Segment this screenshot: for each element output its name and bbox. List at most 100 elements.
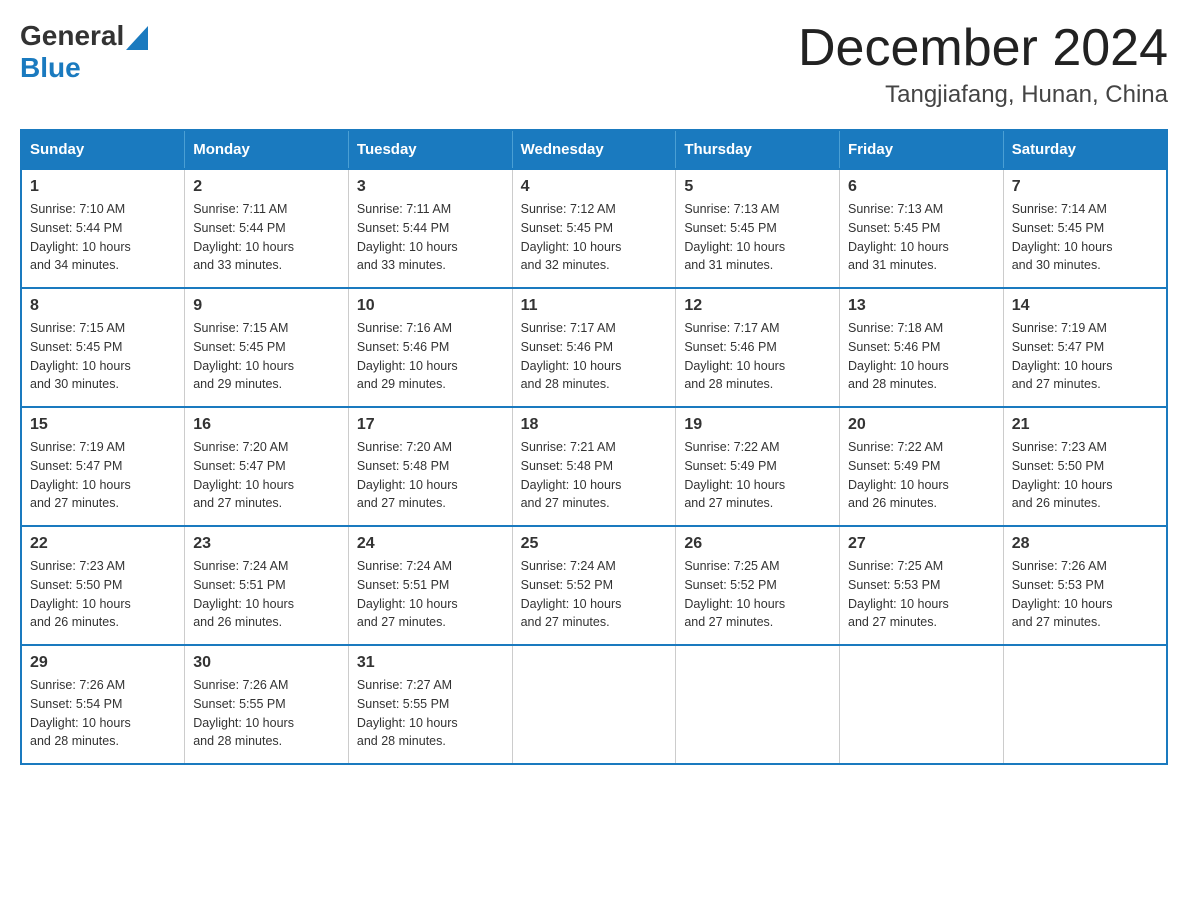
- day-number: 2: [193, 178, 340, 196]
- day-info: Sunrise: 7:26 AMSunset: 5:55 PMDaylight:…: [193, 676, 340, 751]
- day-header-saturday: Saturday: [1003, 130, 1167, 169]
- calendar-cell: 26 Sunrise: 7:25 AMSunset: 5:52 PMDayligh…: [676, 526, 840, 645]
- day-number: 31: [357, 654, 504, 672]
- day-number: 18: [521, 416, 668, 434]
- calendar-cell: 12Sunrise: 7:17 AMSunset: 5:46 PMDayligh…: [676, 288, 840, 407]
- day-number: 15: [30, 416, 176, 434]
- day-info: Sunrise: 7:17 AMSunset: 5:46 PMDaylight:…: [684, 319, 831, 394]
- day-number: 24: [357, 535, 504, 553]
- day-info: Sunrise: 7:23 AMSunset: 5:50 PMDaylight:…: [1012, 438, 1158, 513]
- calendar-cell: 10 Sunrise: 7:16 AMSunset: 5:46 PMDayligh…: [348, 288, 512, 407]
- day-number: 5: [684, 178, 831, 196]
- day-number: 28: [1012, 535, 1158, 553]
- calendar-cell: 27Sunrise: 7:25 AMSunset: 5:53 PMDayligh…: [840, 526, 1004, 645]
- day-info: Sunrise: 7:21 AMSunset: 5:48 PMDaylight:…: [521, 438, 668, 513]
- calendar-cell: 6 Sunrise: 7:13 AMSunset: 5:45 PMDaylight…: [840, 169, 1004, 288]
- calendar-cell: [1003, 645, 1167, 764]
- day-info: Sunrise: 7:25 AMSunset: 5:52 PMDaylight:…: [684, 557, 831, 632]
- day-info: Sunrise: 7:11 AMSunset: 5:44 PMDaylight:…: [193, 200, 340, 275]
- page-header: General Blue December 2024 Tangjiafang, …: [20, 20, 1168, 109]
- calendar-cell: 7 Sunrise: 7:14 AMSunset: 5:45 PMDaylight…: [1003, 169, 1167, 288]
- calendar-week-3: 15 Sunrise: 7:19 AMSunset: 5:47 PMDayligh…: [21, 407, 1167, 526]
- day-number: 8: [30, 297, 176, 315]
- calendar-week-1: 1 Sunrise: 7:10 AMSunset: 5:44 PMDaylight…: [21, 169, 1167, 288]
- day-header-thursday: Thursday: [676, 130, 840, 169]
- calendar-cell: [512, 645, 676, 764]
- calendar-title: December 2024: [798, 20, 1168, 77]
- day-info: Sunrise: 7:10 AMSunset: 5:44 PMDaylight:…: [30, 200, 176, 275]
- day-info: Sunrise: 7:20 AMSunset: 5:47 PMDaylight:…: [193, 438, 340, 513]
- day-info: Sunrise: 7:15 AMSunset: 5:45 PMDaylight:…: [193, 319, 340, 394]
- day-info: Sunrise: 7:13 AMSunset: 5:45 PMDaylight:…: [848, 200, 995, 275]
- calendar-header: SundayMondayTuesdayWednesdayThursdayFrid…: [21, 130, 1167, 169]
- calendar-week-5: 29 Sunrise: 7:26 AMSunset: 5:54 PMDayligh…: [21, 645, 1167, 764]
- day-info: Sunrise: 7:13 AMSunset: 5:45 PMDaylight:…: [684, 200, 831, 275]
- day-number: 30: [193, 654, 340, 672]
- title-block: December 2024 Tangjiafang, Hunan, China: [798, 20, 1168, 109]
- calendar-cell: 24 Sunrise: 7:24 AMSunset: 5:51 PMDayligh…: [348, 526, 512, 645]
- logo: General Blue: [20, 20, 148, 84]
- day-number: 21: [1012, 416, 1158, 434]
- day-header-friday: Friday: [840, 130, 1004, 169]
- calendar-cell: 1 Sunrise: 7:10 AMSunset: 5:44 PMDaylight…: [21, 169, 185, 288]
- calendar-cell: 18 Sunrise: 7:21 AMSunset: 5:48 PMDayligh…: [512, 407, 676, 526]
- calendar-cell: [676, 645, 840, 764]
- calendar-cell: 19 Sunrise: 7:22 AMSunset: 5:49 PMDayligh…: [676, 407, 840, 526]
- calendar-cell: 30 Sunrise: 7:26 AMSunset: 5:55 PMDayligh…: [185, 645, 349, 764]
- calendar-cell: 5 Sunrise: 7:13 AMSunset: 5:45 PMDaylight…: [676, 169, 840, 288]
- day-info: Sunrise: 7:24 AMSunset: 5:52 PMDaylight:…: [521, 557, 668, 632]
- calendar-cell: 17 Sunrise: 7:20 AMSunset: 5:48 PMDayligh…: [348, 407, 512, 526]
- day-info: Sunrise: 7:14 AMSunset: 5:45 PMDaylight:…: [1012, 200, 1158, 275]
- calendar-cell: 25Sunrise: 7:24 AMSunset: 5:52 PMDayligh…: [512, 526, 676, 645]
- day-info: Sunrise: 7:27 AMSunset: 5:55 PMDaylight:…: [357, 676, 504, 751]
- day-info: Sunrise: 7:26 AMSunset: 5:53 PMDaylight:…: [1012, 557, 1158, 632]
- day-info: Sunrise: 7:17 AMSunset: 5:46 PMDaylight:…: [521, 319, 668, 394]
- day-number: 16: [193, 416, 340, 434]
- calendar-week-2: 8 Sunrise: 7:15 AMSunset: 5:45 PMDaylight…: [21, 288, 1167, 407]
- day-info: Sunrise: 7:26 AMSunset: 5:54 PMDaylight:…: [30, 676, 176, 751]
- day-info: Sunrise: 7:22 AMSunset: 5:49 PMDaylight:…: [848, 438, 995, 513]
- logo-general-text: General: [20, 20, 124, 52]
- day-number: 23: [193, 535, 340, 553]
- logo-blue-text: Blue: [20, 52, 81, 84]
- day-info: Sunrise: 7:25 AMSunset: 5:53 PMDaylight:…: [848, 557, 995, 632]
- day-info: Sunrise: 7:19 AMSunset: 5:47 PMDaylight:…: [1012, 319, 1158, 394]
- calendar-cell: 21 Sunrise: 7:23 AMSunset: 5:50 PMDayligh…: [1003, 407, 1167, 526]
- calendar-cell: 9Sunrise: 7:15 AMSunset: 5:45 PMDaylight…: [185, 288, 349, 407]
- calendar-cell: 20 Sunrise: 7:22 AMSunset: 5:49 PMDayligh…: [840, 407, 1004, 526]
- day-number: 20: [848, 416, 995, 434]
- day-info: Sunrise: 7:15 AMSunset: 5:45 PMDaylight:…: [30, 319, 176, 394]
- day-number: 17: [357, 416, 504, 434]
- day-info: Sunrise: 7:22 AMSunset: 5:49 PMDaylight:…: [684, 438, 831, 513]
- calendar-cell: 23 Sunrise: 7:24 AMSunset: 5:51 PMDayligh…: [185, 526, 349, 645]
- day-info: Sunrise: 7:24 AMSunset: 5:51 PMDaylight:…: [357, 557, 504, 632]
- day-number: 6: [848, 178, 995, 196]
- day-number: 7: [1012, 178, 1158, 196]
- day-info: Sunrise: 7:18 AMSunset: 5:46 PMDaylight:…: [848, 319, 995, 394]
- calendar-week-4: 22Sunrise: 7:23 AMSunset: 5:50 PMDayligh…: [21, 526, 1167, 645]
- day-info: Sunrise: 7:23 AMSunset: 5:50 PMDaylight:…: [30, 557, 176, 632]
- calendar-table: SundayMondayTuesdayWednesdayThursdayFrid…: [20, 129, 1168, 765]
- day-number: 10: [357, 297, 504, 315]
- day-info: Sunrise: 7:11 AMSunset: 5:44 PMDaylight:…: [357, 200, 504, 275]
- day-number: 3: [357, 178, 504, 196]
- calendar-cell: 13 Sunrise: 7:18 AMSunset: 5:46 PMDayligh…: [840, 288, 1004, 407]
- day-info: Sunrise: 7:24 AMSunset: 5:51 PMDaylight:…: [193, 557, 340, 632]
- calendar-subtitle: Tangjiafang, Hunan, China: [798, 81, 1168, 109]
- day-number: 19: [684, 416, 831, 434]
- calendar-cell: 8 Sunrise: 7:15 AMSunset: 5:45 PMDaylight…: [21, 288, 185, 407]
- calendar-cell: 22Sunrise: 7:23 AMSunset: 5:50 PMDayligh…: [21, 526, 185, 645]
- day-info: Sunrise: 7:16 AMSunset: 5:46 PMDaylight:…: [357, 319, 504, 394]
- day-info: Sunrise: 7:12 AMSunset: 5:45 PMDaylight:…: [521, 200, 668, 275]
- day-number: 1: [30, 178, 176, 196]
- logo-triangle-icon: [126, 26, 148, 50]
- day-header-sunday: Sunday: [21, 130, 185, 169]
- day-info: Sunrise: 7:19 AMSunset: 5:47 PMDaylight:…: [30, 438, 176, 513]
- day-info: Sunrise: 7:20 AMSunset: 5:48 PMDaylight:…: [357, 438, 504, 513]
- day-number: 29: [30, 654, 176, 672]
- calendar-body: 1 Sunrise: 7:10 AMSunset: 5:44 PMDaylight…: [21, 169, 1167, 764]
- day-header-tuesday: Tuesday: [348, 130, 512, 169]
- day-number: 26: [684, 535, 831, 553]
- day-number: 14: [1012, 297, 1158, 315]
- day-number: 13: [848, 297, 995, 315]
